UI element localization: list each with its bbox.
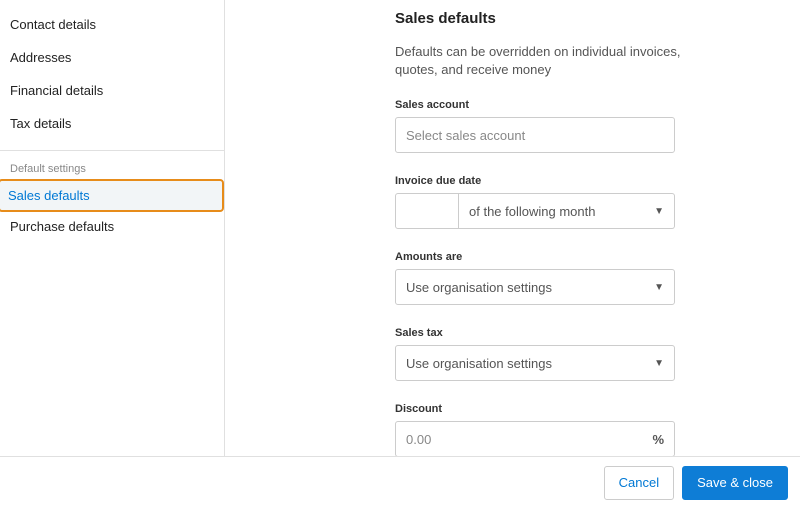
sidebar-item-tax-details[interactable]: Tax details bbox=[0, 107, 224, 140]
footer: Cancel Save & close bbox=[0, 456, 800, 508]
label-invoice-due-date: Invoice due date bbox=[395, 175, 768, 187]
select-sales-tax-value: Use organisation settings bbox=[406, 356, 552, 371]
save-button[interactable]: Save & close bbox=[682, 466, 788, 500]
field-sales-tax: Sales tax Use organisation settings ▼ bbox=[395, 327, 768, 381]
sidebar-section-label: Default settings bbox=[0, 151, 224, 181]
main-panel: Sales defaults Defaults can be overridde… bbox=[225, 0, 800, 508]
chevron-down-icon: ▼ bbox=[654, 358, 664, 369]
input-discount-value: 0.00 bbox=[406, 432, 431, 447]
label-amounts-are: Amounts are bbox=[395, 251, 768, 263]
chevron-down-icon: ▼ bbox=[654, 206, 664, 217]
sidebar-item-purchase-defaults[interactable]: Purchase defaults bbox=[0, 210, 224, 243]
sidebar-item-contact-details[interactable]: Contact details bbox=[0, 8, 224, 41]
chevron-down-icon: ▼ bbox=[654, 282, 664, 293]
input-discount[interactable]: 0.00 % bbox=[395, 421, 675, 457]
field-invoice-due-date: Invoice due date of the following month … bbox=[395, 175, 768, 229]
field-sales-account: Sales account Select sales account bbox=[395, 99, 768, 153]
select-amounts-are[interactable]: Use organisation settings ▼ bbox=[395, 269, 675, 305]
label-sales-account: Sales account bbox=[395, 99, 768, 111]
field-discount: Discount 0.00 % bbox=[395, 403, 768, 457]
percent-icon: % bbox=[652, 432, 664, 447]
input-invoice-due-number[interactable] bbox=[395, 193, 459, 229]
label-discount: Discount bbox=[395, 403, 768, 415]
sidebar-item-sales-defaults[interactable]: Sales defaults bbox=[0, 179, 224, 212]
input-sales-account[interactable]: Select sales account bbox=[395, 117, 675, 153]
sidebar: Contact details Addresses Financial deta… bbox=[0, 0, 225, 508]
select-invoice-due-value: of the following month bbox=[469, 204, 595, 219]
sidebar-item-addresses[interactable]: Addresses bbox=[0, 41, 224, 74]
select-sales-tax[interactable]: Use organisation settings ▼ bbox=[395, 345, 675, 381]
select-amounts-are-value: Use organisation settings bbox=[406, 280, 552, 295]
placeholder-sales-account: Select sales account bbox=[406, 128, 525, 143]
sidebar-item-financial-details[interactable]: Financial details bbox=[0, 74, 224, 107]
cancel-button[interactable]: Cancel bbox=[604, 466, 674, 500]
page-intro: Defaults can be overridden on individual… bbox=[395, 43, 685, 79]
label-sales-tax: Sales tax bbox=[395, 327, 768, 339]
select-invoice-due-period[interactable]: of the following month ▼ bbox=[459, 193, 675, 229]
page-title: Sales defaults bbox=[395, 10, 768, 27]
field-amounts-are: Amounts are Use organisation settings ▼ bbox=[395, 251, 768, 305]
